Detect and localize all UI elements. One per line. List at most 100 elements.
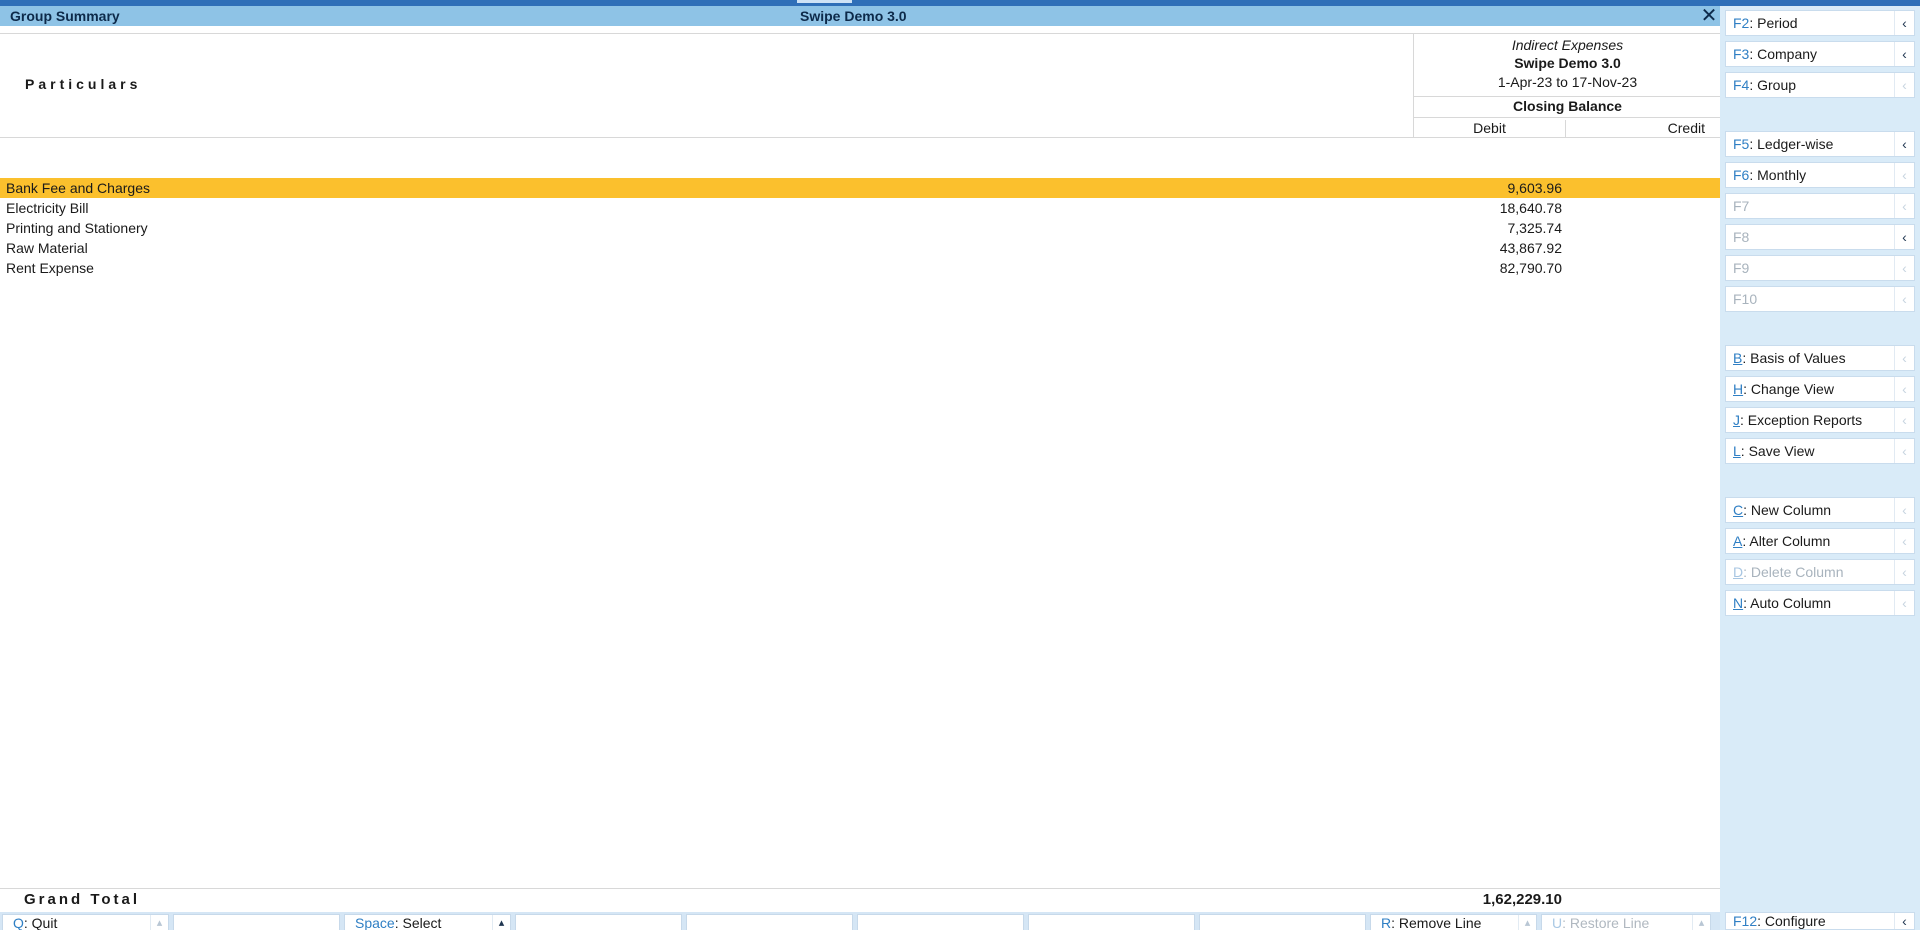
alter-column-key: A xyxy=(1733,533,1743,549)
exception-reports-label: Exception Reports xyxy=(1747,412,1863,428)
debit-credit-subheader: Debit Credit xyxy=(1414,117,1721,138)
debit-amount: 9,603.96 xyxy=(1507,180,1563,196)
delete-column-button[interactable]: D: Delete Column ‹ xyxy=(1725,559,1915,585)
ledger-name: Rent Expense xyxy=(6,260,94,276)
delete-column-key: D xyxy=(1733,564,1744,580)
company-key: F3 xyxy=(1733,46,1750,62)
chevron-left-icon: ‹ xyxy=(1894,439,1914,463)
remove-line-key: R xyxy=(1381,915,1392,930)
monthly-key: F6 xyxy=(1733,167,1750,183)
chevron-left-icon: ‹ xyxy=(1894,42,1914,66)
period-button[interactable]: F2: Period ‹ xyxy=(1725,10,1915,36)
debit-amount: 43,867.92 xyxy=(1499,240,1562,256)
report-title: Group Summary xyxy=(10,8,120,24)
chevron-left-icon: ‹ xyxy=(1894,73,1914,97)
group-name: Indirect Expenses xyxy=(1511,37,1624,53)
close-icon[interactable]: ✕ xyxy=(1698,5,1720,27)
restore-line-key: U xyxy=(1552,915,1563,930)
auto-column-button[interactable]: N: Auto Column ‹ xyxy=(1725,590,1915,616)
chevron-left-icon: ‹ xyxy=(1894,11,1914,35)
basis-of-values-button[interactable]: B: Basis of Values ‹ xyxy=(1725,345,1915,371)
configure-label: Configure xyxy=(1764,913,1826,929)
table-row[interactable]: Electricity Bill 18,640.78 xyxy=(0,198,1720,218)
chevron-left-icon: ‹ xyxy=(1894,132,1914,156)
ledger-name: Electricity Bill xyxy=(6,200,89,216)
particulars-heading: Particulars xyxy=(25,76,142,92)
company-label: Company xyxy=(1757,46,1818,62)
group-button[interactable]: F4: Group ‹ xyxy=(1725,72,1915,98)
closing-balance-column-header: Indirect Expenses Swipe Demo 3.0 1-Apr-2… xyxy=(1413,34,1721,138)
chevron-left-icon: ‹ xyxy=(1894,560,1914,584)
chevron-left-icon: ‹ xyxy=(1894,498,1914,522)
change-view-button[interactable]: H: Change View ‹ xyxy=(1725,376,1915,402)
new-column-button[interactable]: C: New Column ‹ xyxy=(1725,497,1915,523)
table-row[interactable]: Raw Material 43,867.92 xyxy=(0,238,1720,258)
grand-total-row: Grand Total 1,62,229.10 xyxy=(0,888,1720,910)
debit-heading: Debit xyxy=(1414,120,1566,138)
chevron-left-icon: ‹ xyxy=(1894,346,1914,370)
debit-amount: 82,790.70 xyxy=(1499,260,1562,276)
empty-button-slot xyxy=(1028,914,1195,930)
chevron-left-icon: ‹ xyxy=(1894,591,1914,615)
empty-button-slot xyxy=(686,914,853,930)
bottom-button-bar: Q: Quit ▴ Space: Select ▴ R: Remove Line… xyxy=(0,912,1720,930)
empty-button-slot xyxy=(1199,914,1366,930)
ledger-rows: Bank Fee and Charges 9,603.96 Electricit… xyxy=(0,178,1720,278)
configure-key: F12 xyxy=(1733,913,1758,929)
change-view-key: H xyxy=(1733,381,1744,397)
save-view-button[interactable]: L: Save View ‹ xyxy=(1725,438,1915,464)
save-view-key: L xyxy=(1733,443,1741,459)
f10-button[interactable]: F10 ‹ xyxy=(1725,286,1915,312)
exception-reports-button[interactable]: J: Exception Reports ‹ xyxy=(1725,407,1915,433)
ledger-name: Printing and Stationery xyxy=(6,220,148,236)
remove-line-label: Remove Line xyxy=(1398,915,1482,930)
new-column-label: New Column xyxy=(1750,502,1832,518)
basis-of-values-label: Basis of Values xyxy=(1750,350,1846,366)
chevron-left-icon: ‹ xyxy=(1894,408,1914,432)
ledger-wise-button[interactable]: F5: Ledger-wise ‹ xyxy=(1725,131,1915,157)
period-key: F2 xyxy=(1733,15,1750,31)
select-button[interactable]: Space: Select ▴ xyxy=(344,914,511,930)
right-button-panel: F2: Period ‹ F3: Company ‹ F4: Group ‹ F… xyxy=(1720,6,1920,930)
f8-button[interactable]: F8 ‹ xyxy=(1725,224,1915,250)
chevron-left-icon: ‹ xyxy=(1894,256,1914,280)
exception-reports-key: J xyxy=(1733,412,1740,428)
f7-button[interactable]: F7 ‹ xyxy=(1725,193,1915,219)
column-company-name: Swipe Demo 3.0 xyxy=(1514,55,1621,71)
chevron-left-icon: ‹ xyxy=(1894,287,1914,311)
quit-button[interactable]: Q: Quit ▴ xyxy=(2,914,169,930)
active-tab-hint xyxy=(797,0,852,3)
restore-line-label: Restore Line xyxy=(1569,915,1650,930)
period-label: Period xyxy=(1757,15,1798,31)
company-button[interactable]: F3: Company ‹ xyxy=(1725,41,1915,67)
debit-amount: 7,325.74 xyxy=(1507,220,1563,236)
monthly-button[interactable]: F6: Monthly ‹ xyxy=(1725,162,1915,188)
chevron-left-icon: ‹ xyxy=(1894,194,1914,218)
table-row[interactable]: Rent Expense 82,790.70 xyxy=(0,258,1720,278)
report-title-bar: Group Summary Swipe Demo 3.0 ✕ xyxy=(0,5,1720,27)
chevron-left-icon: ‹ xyxy=(1894,529,1914,553)
f7-key: F7 xyxy=(1733,198,1750,214)
table-row[interactable]: Bank Fee and Charges 9,603.96 xyxy=(0,178,1720,198)
configure-button[interactable]: F12: Configure ‹ xyxy=(1725,912,1915,930)
table-row[interactable]: Printing and Stationery 7,325.74 xyxy=(0,218,1720,238)
ledger-wise-label: Ledger-wise xyxy=(1757,136,1834,152)
f9-button[interactable]: F9 ‹ xyxy=(1725,255,1915,281)
select-key: Space xyxy=(355,915,395,930)
chevron-up-icon: ▴ xyxy=(150,915,168,930)
ledger-name: Raw Material xyxy=(6,240,88,256)
debit-amount: 18,640.78 xyxy=(1499,200,1562,216)
quit-label: Quit xyxy=(31,915,58,930)
empty-button-slot xyxy=(515,914,682,930)
closing-balance-label: Closing Balance xyxy=(1414,96,1721,116)
new-column-key: C xyxy=(1733,502,1744,518)
ledger-wise-key: F5 xyxy=(1733,136,1750,152)
remove-line-button[interactable]: R: Remove Line ▴ xyxy=(1370,914,1537,930)
restore-line-button[interactable]: U: Restore Line ▴ xyxy=(1541,914,1711,930)
f9-key: F9 xyxy=(1733,260,1750,276)
group-label: Group xyxy=(1757,77,1797,93)
alter-column-button[interactable]: A: Alter Column ‹ xyxy=(1725,528,1915,554)
f8-key: F8 xyxy=(1733,229,1750,245)
select-label: Select xyxy=(402,915,442,930)
auto-column-label: Auto Column xyxy=(1750,595,1832,611)
